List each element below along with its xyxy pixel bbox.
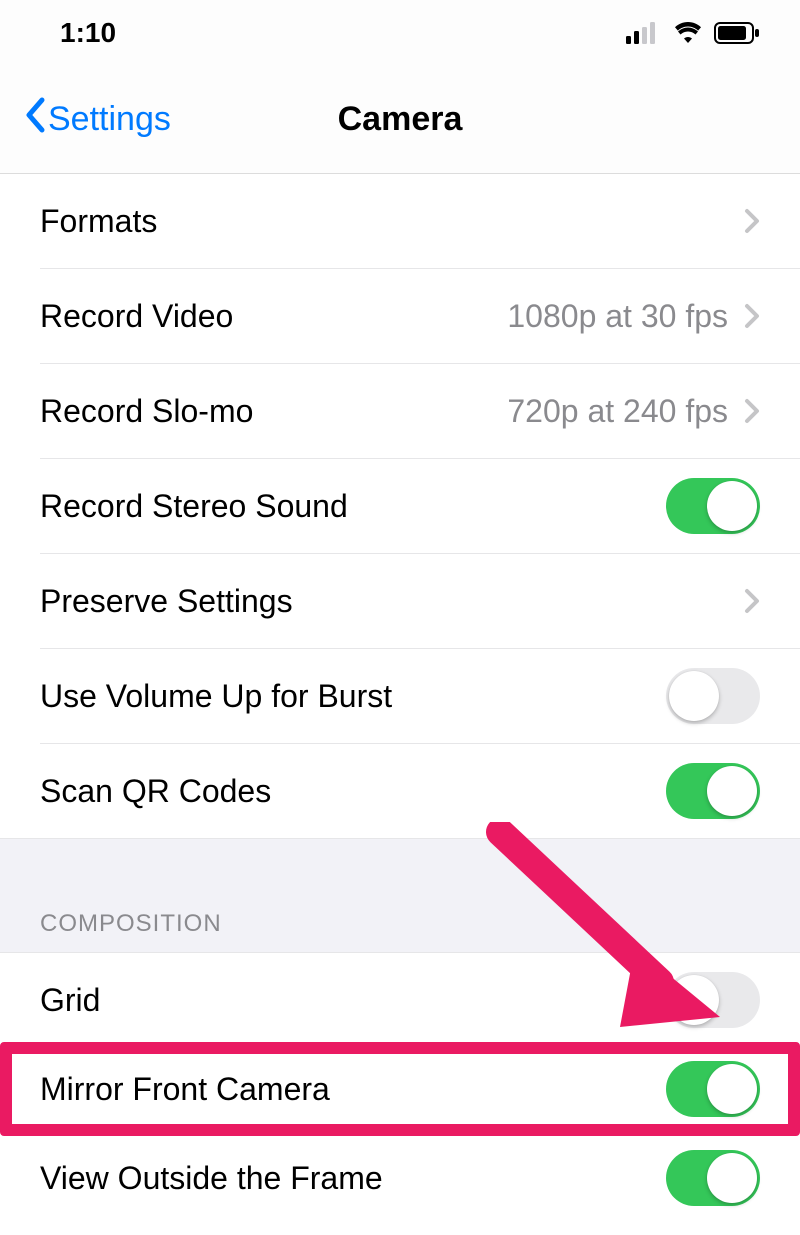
volume-burst-row: Use Volume Up for Burst — [0, 649, 800, 743]
wifi-icon — [672, 21, 704, 45]
status-bar: 1:10 — [0, 0, 800, 66]
mirror-front-camera-row: Mirror Front Camera — [0, 1042, 800, 1136]
mirror-front-camera-toggle[interactable] — [666, 1061, 760, 1117]
cellular-signal-icon — [626, 22, 662, 44]
chevron-right-icon — [744, 398, 760, 424]
back-button-label: Settings — [48, 100, 171, 139]
chevron-right-icon — [744, 208, 760, 234]
grid-row: Grid — [0, 953, 800, 1047]
chevron-right-icon — [744, 588, 760, 614]
grid-label: Grid — [40, 982, 666, 1019]
scan-qr-label: Scan QR Codes — [40, 773, 666, 810]
record-slomo-value: 720p at 240 fps — [507, 393, 728, 430]
volume-burst-label: Use Volume Up for Burst — [40, 678, 666, 715]
view-outside-frame-row: View Outside the Frame — [0, 1131, 800, 1225]
settings-section-2: Grid Mirror Front Camera View Outside th… — [0, 953, 800, 1225]
preserve-settings-row[interactable]: Preserve Settings — [0, 554, 800, 648]
record-video-row[interactable]: Record Video 1080p at 30 fps — [0, 269, 800, 363]
record-slomo-row[interactable]: Record Slo-mo 720p at 240 fps — [0, 364, 800, 458]
formats-row[interactable]: Formats — [0, 174, 800, 268]
navigation-bar: Settings Camera — [0, 66, 800, 174]
stereo-sound-toggle[interactable] — [666, 478, 760, 534]
record-slomo-label: Record Slo-mo — [40, 393, 507, 430]
composition-section-header: COMPOSITION — [0, 910, 800, 953]
scan-qr-toggle[interactable] — [666, 763, 760, 819]
preserve-settings-label: Preserve Settings — [40, 583, 744, 620]
stereo-sound-label: Record Stereo Sound — [40, 488, 666, 525]
status-time: 1:10 — [60, 17, 116, 49]
back-button[interactable]: Settings — [24, 97, 171, 142]
settings-section-1: Formats Record Video 1080p at 30 fps Rec… — [0, 174, 800, 838]
grid-toggle[interactable] — [666, 972, 760, 1028]
view-outside-frame-label: View Outside the Frame — [40, 1160, 666, 1197]
volume-burst-toggle[interactable] — [666, 668, 760, 724]
record-video-value: 1080p at 30 fps — [507, 298, 728, 335]
page-title: Camera — [338, 100, 463, 139]
chevron-left-icon — [24, 97, 46, 142]
battery-icon — [714, 22, 760, 44]
view-outside-frame-toggle[interactable] — [666, 1150, 760, 1206]
mirror-front-camera-label: Mirror Front Camera — [40, 1071, 666, 1108]
status-indicators — [626, 21, 760, 45]
section-separator — [0, 838, 800, 910]
chevron-right-icon — [744, 303, 760, 329]
stereo-sound-row: Record Stereo Sound — [0, 459, 800, 553]
formats-label: Formats — [40, 203, 744, 240]
record-video-label: Record Video — [40, 298, 507, 335]
scan-qr-row: Scan QR Codes — [0, 744, 800, 838]
